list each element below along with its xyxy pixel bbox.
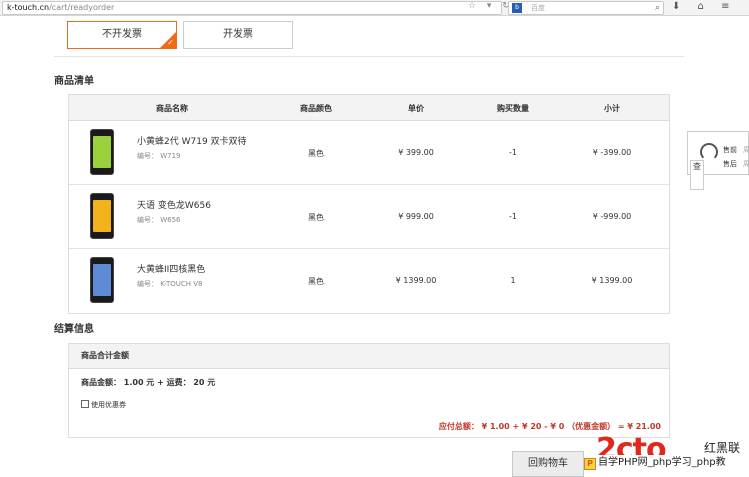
- url-host: k-touch.cn: [7, 3, 50, 12]
- product-code: 编号： W719: [137, 152, 181, 160]
- invoice-option[interactable]: 开发票: [183, 21, 293, 49]
- checkmark-icon: ✓: [167, 38, 174, 47]
- product-subtotal: ¥ -399.00: [592, 148, 632, 157]
- search-placeholder: 百度: [531, 4, 545, 12]
- address-bar[interactable]: k-touch.cn/cart/readyorder: [2, 1, 502, 15]
- back-to-cart-button[interactable]: 回购物车: [512, 451, 584, 477]
- use-coupon-checkbox[interactable]: 使用优惠券: [81, 400, 126, 410]
- total-amount: 应付总额： ¥ 1.00 + ¥ 20 - ¥ 0 （优惠金额） = ¥ 21.…: [438, 422, 661, 431]
- watermark-bar-text: 自学PHP网_php学习_php教: [598, 457, 726, 468]
- url-path: /cart/readyorder: [49, 3, 115, 12]
- settlement-subheader: 商品合计金额: [69, 344, 669, 369]
- goods-table-header: 商品名称 商品颜色 单价 购买数量 小计: [69, 95, 669, 121]
- table-row: 大黄蜂II四核黑色 编号： K-TOUCH V8 黑色 ¥ 1399.00 1 …: [69, 249, 669, 313]
- product-image[interactable]: [90, 129, 114, 175]
- amount-summary: 商品金额： 1.00 元 + 运费： 20 元: [81, 378, 216, 387]
- header-product-name: 商品名称: [156, 104, 188, 113]
- browser-toolbar-icons[interactable]: ⬇ ⌂ ≡: [672, 1, 736, 12]
- product-image[interactable]: [90, 193, 114, 239]
- aftersale-label[interactable]: 售后: [723, 159, 737, 169]
- side-query-tab[interactable]: 查: [690, 160, 704, 190]
- watermark-bar: P 自学PHP网_php学习_php教: [584, 455, 745, 471]
- headset-icon: [700, 143, 718, 161]
- invoice-label: 开发票: [223, 29, 253, 40]
- coupon-label: 使用优惠券: [91, 401, 126, 409]
- header-subtotal: 小计: [604, 104, 620, 113]
- php-icon: P: [584, 458, 596, 470]
- product-subtotal: ¥ -999.00: [592, 212, 632, 221]
- presale-label[interactable]: 售前: [723, 145, 737, 155]
- product-code: 编号： W656: [137, 216, 181, 224]
- product-name-link[interactable]: 小黄蜂2代 W719 双卡双待: [137, 134, 247, 147]
- side-tab-text: 查: [693, 162, 701, 171]
- presale-hours: 周: [743, 146, 749, 154]
- aftersale-hours: 周: [743, 160, 749, 168]
- product-name-link[interactable]: 天语 变色龙W656: [137, 198, 211, 211]
- no-invoice-option[interactable]: 不开发票 ✓: [67, 21, 177, 49]
- table-row: 天语 变色龙W656 编号： W656 黑色 ¥ 999.00 -1 ¥ -99…: [69, 185, 669, 249]
- magnifier-icon[interactable]: ⌕: [655, 2, 660, 14]
- browser-toolbar: k-touch.cn/cart/readyorder ☆ ▾ ↻ b 百度 ⌕ …: [0, 0, 749, 16]
- product-name-link[interactable]: 大黄蜂II四核黑色: [137, 262, 205, 275]
- settlement-panel: 商品合计金额 商品金额： 1.00 元 + 运费： 20 元 使用优惠券 应付总…: [68, 343, 670, 438]
- goods-section-title: 商品清单: [54, 76, 94, 87]
- divider: [54, 56, 684, 57]
- product-code: 编号： K-TOUCH V8: [137, 280, 203, 288]
- table-row: 小黄蜂2代 W719 双卡双待 编号： W719 黑色 ¥ 399.00 -1 …: [69, 121, 669, 185]
- search-input[interactable]: b 百度 ⌕: [508, 1, 664, 15]
- product-subtotal: ¥ 1399.00: [591, 276, 633, 285]
- search-engine-icon[interactable]: b: [512, 3, 522, 13]
- no-invoice-label: 不开发票: [102, 29, 142, 40]
- checkbox-icon[interactable]: [81, 400, 89, 408]
- goods-table: 商品名称 商品颜色 单价 购买数量 小计 小黄蜂2代 W719 双卡双待 编号：…: [68, 94, 670, 314]
- watermark: 2cto 红黑联盟 P自学PHP网_php学习_php教: [584, 432, 749, 477]
- url-bar-icons[interactable]: ☆ ▾ ↻: [468, 1, 514, 11]
- product-image[interactable]: [90, 257, 114, 303]
- settlement-section-title: 结算信息: [54, 324, 94, 335]
